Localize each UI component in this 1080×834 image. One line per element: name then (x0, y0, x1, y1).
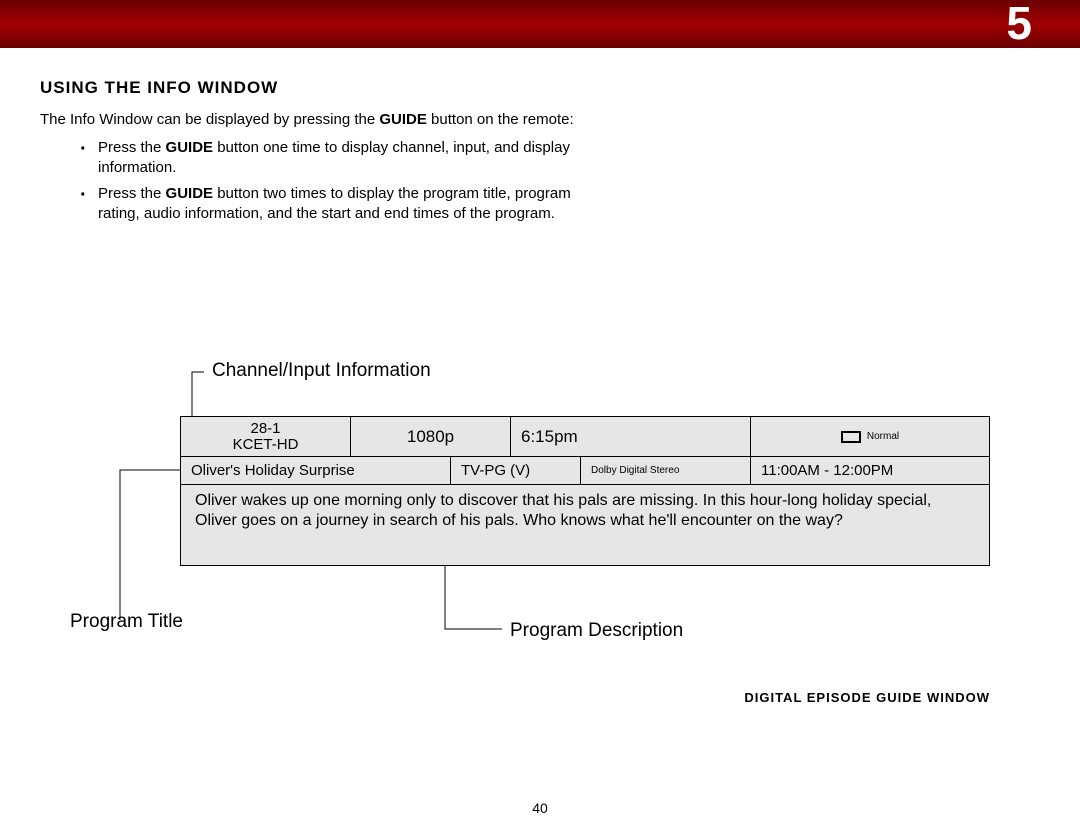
audio-cell: Dolby Digital Stereo (581, 457, 751, 484)
channel-cell: 28-1 KCET-HD (181, 417, 351, 456)
instruction-list: Press the GUIDE button one time to displ… (80, 138, 610, 225)
display-mode-icon (841, 431, 861, 443)
airtime-cell: 11:00AM - 12:00PM (751, 457, 989, 484)
list-item: Press the GUIDE button one time to displ… (80, 138, 610, 179)
figure-caption: DIGITAL EPISODE GUIDE WINDOW (70, 690, 990, 705)
section-title: USING THE INFO WINDOW (40, 78, 1040, 98)
list-item: Press the GUIDE button two times to disp… (80, 184, 610, 225)
intro-paragraph: The Info Window can be displayed by pres… (40, 110, 580, 130)
chapter-number: 5 (1006, 0, 1032, 50)
info-window-sample: 28-1 KCET-HD 1080p 6:15pm Normal Oliver'… (180, 416, 990, 566)
rating-cell: TV-PG (V) (451, 457, 581, 484)
chapter-header-bar: 5 (0, 0, 1080, 48)
clock-cell: 6:15pm (511, 417, 751, 456)
display-mode-cell: Normal (751, 417, 989, 456)
channel-number: 28-1 (191, 421, 340, 437)
channel-name: KCET-HD (191, 437, 340, 453)
page-number: 40 (0, 800, 1080, 816)
resolution-cell: 1080p (351, 417, 511, 456)
display-mode-text: Normal (867, 431, 899, 442)
description-cell: Oliver wakes up one morning only to disc… (181, 485, 989, 565)
program-title-cell: Oliver's Holiday Surprise (181, 457, 451, 484)
